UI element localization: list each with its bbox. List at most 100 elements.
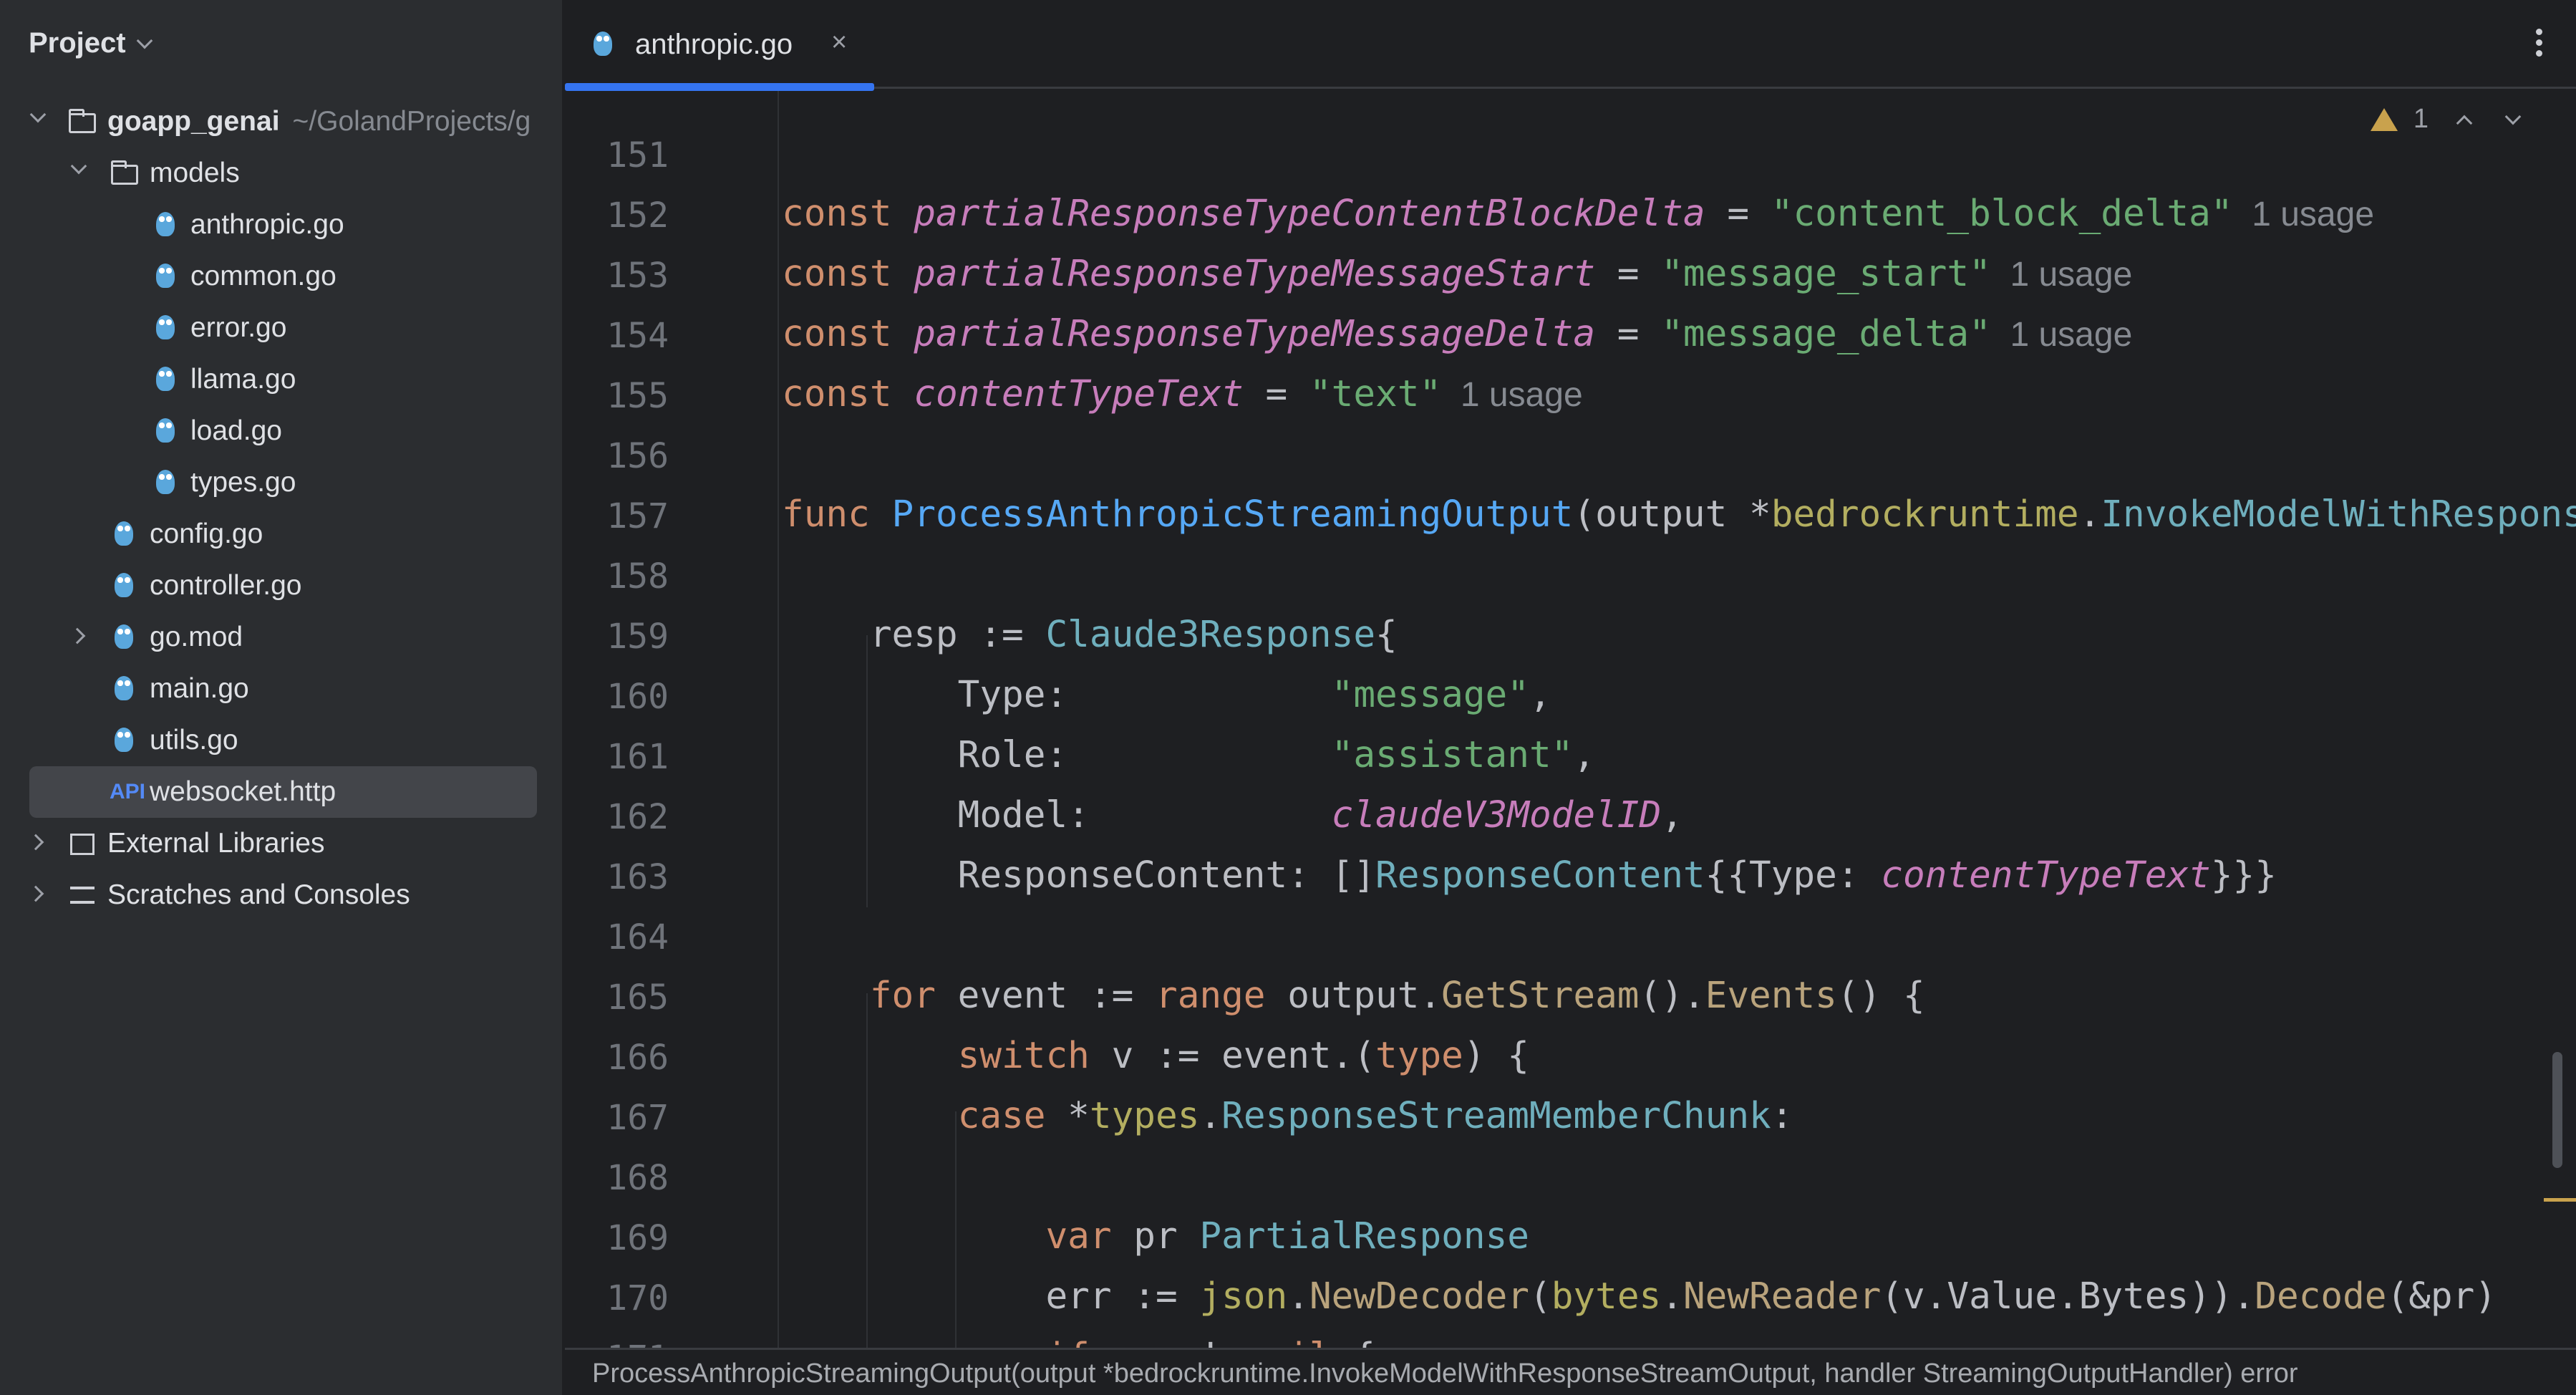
- line-number: 159: [606, 617, 669, 657]
- chevron-right-icon[interactable]: [69, 627, 86, 645]
- tree-item-websocket-http[interactable]: API websocket.http: [29, 766, 537, 818]
- line-number: 157: [606, 496, 669, 536]
- code-token: types: [1089, 1095, 1200, 1137]
- inspection-widget[interactable]: 1: [2370, 104, 2522, 135]
- close-icon[interactable]: ×: [831, 27, 847, 58]
- code-token: ) {: [1463, 1035, 1529, 1077]
- tree-item-file[interactable]: config.go: [0, 508, 563, 560]
- code-line[interactable]: err := json.NewDecoder(bytes.NewReader(v…: [782, 1275, 2497, 1318]
- code-token: Claude3Response: [1045, 614, 1376, 656]
- code-line[interactable]: const partialResponseTypeContentBlockDel…: [782, 193, 2374, 235]
- code-token: if: [782, 1336, 1112, 1348]
- code-line[interactable]: func ProcessAnthropicStreamingOutput(out…: [782, 493, 2576, 536]
- tree-item-file[interactable]: controller.go: [0, 560, 563, 612]
- code-line[interactable]: const partialResponseTypeMessageStart = …: [782, 253, 2132, 295]
- code-line[interactable]: Model: claudeV3ModelID,: [782, 794, 1683, 836]
- tree-item-label: anthropic.go: [190, 209, 344, 240]
- code-token: ResponseContent: []: [782, 854, 1376, 897]
- line-number: 168: [606, 1158, 669, 1198]
- tree-item-file[interactable]: llama.go: [0, 354, 563, 405]
- tree-item-label: go.mod: [150, 622, 243, 652]
- tree-item-label: External Libraries: [107, 828, 325, 859]
- tree-item-file[interactable]: load.go: [0, 405, 563, 457]
- code-line[interactable]: case *types.ResponseStreamMemberChunk:: [782, 1095, 1793, 1137]
- code-token: "content_block_delta": [1771, 193, 2233, 235]
- tab-anthropic-go[interactable]: anthropic.go ×: [565, 0, 874, 91]
- code-token: =: [1243, 373, 1309, 415]
- tree-item-file[interactable]: main.go: [0, 663, 563, 715]
- code-line[interactable]: ResponseContent: []ResponseContent{{Type…: [782, 854, 2277, 897]
- next-problem-icon[interactable]: [2504, 108, 2522, 125]
- code-token: (&pr): [2386, 1275, 2497, 1318]
- go-file-icon: [115, 573, 133, 597]
- code-token: "assistant": [1331, 734, 1574, 776]
- code-token: () {: [1836, 975, 1925, 1017]
- line-number: 151: [606, 135, 669, 175]
- code-line[interactable]: Role: "assistant",: [782, 734, 1595, 776]
- chevron-down-icon[interactable]: [70, 158, 87, 175]
- tree-item-goapp-genai[interactable]: goapp_genai ~/GolandProjects/g: [0, 96, 563, 148]
- code-line[interactable]: for event := range output.GetStream().Ev…: [782, 975, 1925, 1017]
- tree-item-scratches[interactable]: Scratches and Consoles: [0, 869, 563, 921]
- more-options-icon[interactable]: [2536, 29, 2543, 61]
- code-line[interactable]: var pr PartialResponse: [782, 1215, 1529, 1258]
- line-number: 164: [606, 917, 669, 957]
- tree-item-label: websocket.http: [150, 776, 336, 807]
- line-number: 167: [606, 1098, 669, 1138]
- code-token: {{Type:: [1705, 854, 1882, 897]
- tree-item-go-mod[interactable]: go.mod: [0, 612, 563, 663]
- line-number: 162: [606, 797, 669, 837]
- tree-item-label: load.go: [190, 415, 282, 446]
- code-token: {: [1332, 1336, 1375, 1348]
- usage-hint[interactable]: 1 usage: [1441, 376, 1583, 414]
- code-token: ,: [1573, 734, 1596, 776]
- go-file-icon: [156, 212, 175, 236]
- editor-tab-bar: anthropic.go ×: [565, 0, 2576, 91]
- go-file-icon: [115, 676, 133, 700]
- code-token: ().: [1639, 975, 1705, 1017]
- go-mod-icon: [115, 624, 133, 649]
- tab-label: anthropic.go: [635, 29, 793, 60]
- tree-item-file[interactable]: error.go: [0, 302, 563, 354]
- usage-hint[interactable]: 1 usage: [1991, 316, 2132, 354]
- code-token: Role:: [782, 734, 1332, 776]
- code-line[interactable]: resp := Claude3Response{: [782, 614, 1398, 656]
- code-token: .: [2078, 493, 2101, 536]
- code-token: claudeV3ModelID: [1331, 794, 1662, 836]
- chevron-right-icon[interactable]: [27, 885, 44, 902]
- signature-bar: ProcessAnthropicStreamingOutput(output *…: [565, 1348, 2576, 1395]
- warning-marker[interactable]: [2544, 1198, 2576, 1202]
- chevron-right-icon[interactable]: [27, 834, 44, 851]
- code-line[interactable]: switch v := event.(type) {: [782, 1035, 1529, 1077]
- code-token: Decode: [2255, 1275, 2387, 1318]
- tree-item-file[interactable]: common.go: [0, 251, 563, 302]
- tree-item-external-libraries[interactable]: External Libraries: [0, 818, 563, 869]
- line-number: 160: [606, 677, 669, 717]
- library-icon: [70, 834, 95, 855]
- code-token: const: [782, 313, 914, 355]
- usage-hint[interactable]: 1 usage: [2233, 196, 2374, 233]
- line-number: 171: [565, 1338, 669, 1348]
- chevron-down-icon[interactable]: [29, 106, 47, 123]
- go-file-icon: [115, 728, 133, 752]
- line-number: 169: [606, 1218, 669, 1258]
- tree-item-models[interactable]: models: [0, 148, 563, 199]
- tree-item-file[interactable]: types.go: [0, 457, 563, 508]
- code-editor[interactable]: 151 152 const partialResponseTypeContentBl…: [565, 91, 2576, 1348]
- tree-item-file[interactable]: utils.go: [0, 715, 563, 766]
- project-view-selector[interactable]: Project: [29, 27, 152, 59]
- previous-problem-icon[interactable]: [2456, 115, 2473, 131]
- code-token: nil: [1266, 1336, 1332, 1348]
- editor-scrollbar[interactable]: [2552, 1052, 2562, 1168]
- code-line[interactable]: Type: "message",: [782, 674, 1551, 716]
- code-token: partialResponseTypeMessageDelta: [914, 313, 1596, 355]
- line-number: 170: [606, 1278, 669, 1318]
- code-line[interactable]: if err != nil {: [782, 1336, 1375, 1348]
- code-line[interactable]: const contentTypeText = "text" 1 usage: [782, 373, 1583, 415]
- usage-hint[interactable]: 1 usage: [1991, 256, 2132, 294]
- code-token: ,: [1661, 794, 1683, 836]
- tree-item-file[interactable]: anthropic.go: [0, 199, 563, 251]
- api-file-icon: API: [110, 780, 146, 803]
- code-token: .: [1199, 1095, 1222, 1137]
- code-line[interactable]: const partialResponseTypeMessageDelta = …: [782, 313, 2132, 355]
